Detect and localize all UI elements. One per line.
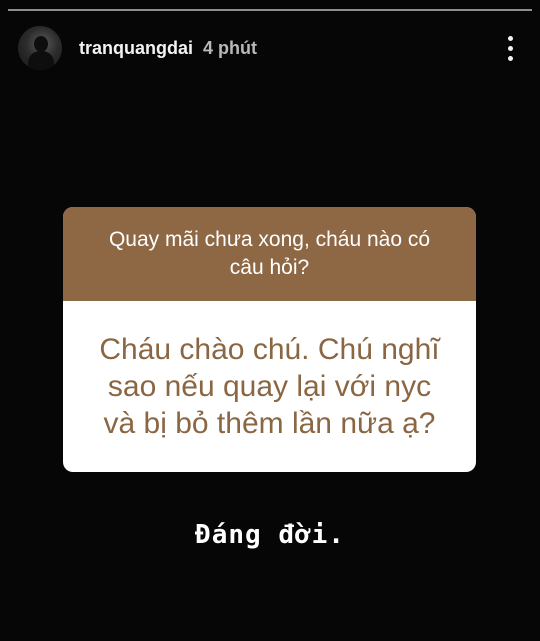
username[interactable]: tranquangdai: [79, 38, 193, 59]
more-dot: [507, 45, 513, 51]
more-dot: [507, 55, 513, 61]
story-progress-segment: [8, 9, 532, 11]
more-dot: [507, 35, 513, 41]
story-progress-bar: [8, 9, 532, 11]
question-prompt: Quay mãi chưa xong, cháu nào có câu hỏi?: [108, 228, 431, 279]
reply-text: Đáng đời.: [195, 520, 345, 550]
question-answer: Cháu chào chú. Chú nghĩ sao nếu quay lại…: [99, 333, 440, 440]
question-sticker: Quay mãi chưa xong, cháu nào có câu hỏi?…: [63, 207, 476, 472]
avatar[interactable]: [18, 26, 62, 70]
avatar-body-shape: [28, 51, 54, 70]
question-prompt-area: Quay mãi chưa xong, cháu nào có câu hỏi?: [63, 207, 476, 301]
story-header: tranquangdai 4 phút: [18, 26, 522, 70]
post-time: 4 phút: [203, 37, 258, 58]
more-options-icon[interactable]: [498, 32, 522, 64]
avatar-head-shape: [34, 36, 48, 52]
question-answer-area: Cháu chào chú. Chú nghĩ sao nếu quay lại…: [63, 301, 476, 472]
